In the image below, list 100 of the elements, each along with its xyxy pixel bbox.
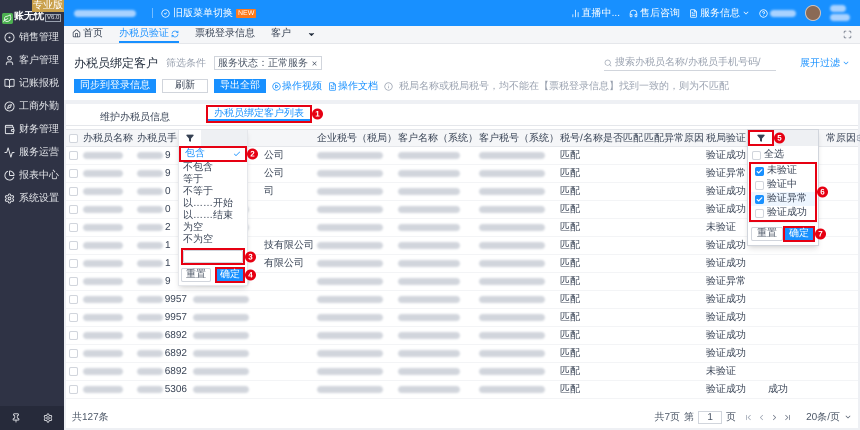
page-tab[interactable]: 首页 [72, 26, 103, 43]
step-number-badge: 1 [312, 108, 323, 120]
table-cell-text: 匹配 [560, 221, 580, 235]
menu-item[interactable]: 不等于 [179, 186, 247, 198]
reset-button[interactable]: 重置 [751, 227, 783, 241]
table-cell-text: 匹配 [560, 365, 580, 379]
chip-label: 服务状态：正常服务 [218, 56, 308, 70]
table-cell-text: 匹配 [560, 293, 580, 307]
column-header: 匹配异常原因 [644, 132, 704, 146]
menu-item[interactable]: 等于 [179, 174, 247, 186]
checkbox-option[interactable]: 验证异常 [751, 192, 815, 206]
blurred-text [770, 10, 796, 16]
table-cell-text: 匹配 [560, 185, 580, 199]
chevron-down-icon[interactable] [842, 59, 850, 67]
blurred-text [398, 332, 460, 339]
table-cell-text: 公司 [264, 149, 284, 163]
blurred-text [137, 314, 163, 321]
pulse-icon [4, 147, 15, 158]
info-note: 税局名称或税局税号，均不能在【票税登录信息】找到一致的，则为不匹配 [399, 80, 729, 94]
document-icon [689, 8, 698, 18]
sidebar-item[interactable]: 财务管理 [0, 118, 64, 141]
filter-icon[interactable] [186, 134, 194, 142]
blurred-text [479, 278, 545, 285]
page-number-field[interactable]: 1 [698, 410, 722, 424]
fullscreen-icon[interactable] [843, 30, 852, 39]
sidebar-item[interactable]: 记账报税 [0, 72, 64, 95]
menu-item[interactable]: 以……结束 [179, 210, 247, 222]
blurred-text [317, 242, 383, 249]
table-cell-text: 9 [165, 167, 171, 181]
sidebar-item[interactable]: 报表中心 [0, 164, 64, 187]
reset-button[interactable]: 重置 [181, 268, 211, 282]
content-tab[interactable]: 维护办税员信息 [94, 111, 176, 125]
sidebar-item[interactable]: 服务运营 [0, 141, 64, 164]
blurred-text [193, 350, 249, 357]
blurred-text [317, 152, 383, 159]
table-cell-text: 验证异常 [706, 274, 746, 289]
checkbox-option[interactable]: 全选 [748, 148, 818, 162]
blurred-text [479, 386, 545, 393]
table-cell-text: 匹配 [560, 167, 580, 181]
blurred-text [83, 368, 123, 375]
pie-chart-icon [4, 170, 15, 181]
checkbox[interactable] [755, 166, 764, 176]
sidebar-item[interactable]: 销售管理 [0, 26, 64, 49]
blurred-text [479, 350, 545, 357]
page-size-select[interactable]: 20条/页 [806, 410, 840, 424]
table-cell-text: 9957 [164, 311, 187, 325]
caret-icon[interactable] [307, 30, 316, 39]
blurred-text [193, 332, 249, 339]
menu-item[interactable]: 为空 [179, 222, 247, 234]
last-page-icon[interactable] [783, 412, 792, 422]
toolbar-button[interactable]: 刷新 [162, 79, 208, 93]
first-page-icon[interactable] [744, 412, 754, 422]
blurred-text [398, 206, 460, 213]
checkbox[interactable] [755, 194, 764, 204]
table-cell-text: 9 [165, 275, 171, 289]
column-header: 税局验证 [706, 132, 746, 146]
menu-item[interactable]: 不包含 [179, 162, 247, 174]
blurred-text [479, 242, 545, 249]
table-cell-text: 验证成功 [706, 292, 746, 307]
blurred-text [317, 368, 383, 375]
checkbox-option[interactable]: 验证成功 [751, 206, 815, 220]
user-icon [4, 55, 15, 66]
blurred-text [137, 152, 163, 159]
close-icon[interactable] [311, 60, 318, 66]
blurred-text [830, 14, 850, 21]
blurred-text [74, 10, 136, 16]
blurred-text [83, 224, 123, 231]
table-cell-text: 匹配 [560, 311, 580, 325]
blurred-text [479, 332, 545, 339]
table-cell-text: 9 [165, 149, 171, 163]
blurred-text [479, 188, 545, 195]
menu-item[interactable]: 不为空 [179, 234, 247, 246]
blurred-text [193, 368, 249, 375]
menu-item[interactable]: 以……开始 [179, 198, 247, 210]
filter-icon[interactable] [757, 134, 765, 142]
sidebar-item[interactable]: 工商外勤 [0, 95, 64, 118]
refresh-icon[interactable] [171, 30, 179, 38]
checkbox-option[interactable]: 验证中 [751, 178, 815, 192]
sidebar-item[interactable]: 客户管理 [0, 49, 64, 72]
filter-label: 筛选条件 [166, 56, 206, 70]
search-field[interactable]: 搜索办税员名称/办税员手机号码/ [604, 56, 776, 70]
sidebar-item[interactable]: 系统设置 [0, 187, 64, 210]
step-number-badge: 2 [247, 148, 258, 160]
help-icon[interactable] [759, 8, 768, 18]
column-header: 客户名称（系统） [398, 132, 478, 146]
table-cell-text: 验证成功 [706, 184, 746, 199]
switch-icon [161, 8, 170, 18]
avatar[interactable] [805, 5, 821, 21]
play-icon [272, 82, 281, 90]
table-cell-text: 验证成功 [706, 148, 746, 163]
table-cell-text: 6892 [164, 347, 187, 361]
checkbox-option[interactable]: 未验证 [751, 164, 815, 178]
blurred-text [137, 242, 163, 249]
chevron-down-icon[interactable] [844, 413, 852, 421]
table-cell-text: 匹配 [560, 275, 580, 289]
blurred-text [317, 332, 383, 339]
blurred-text [398, 314, 460, 321]
pin-icon[interactable] [11, 413, 21, 423]
step-number-badge: 4 [245, 270, 256, 280]
blurred-text [317, 224, 383, 231]
